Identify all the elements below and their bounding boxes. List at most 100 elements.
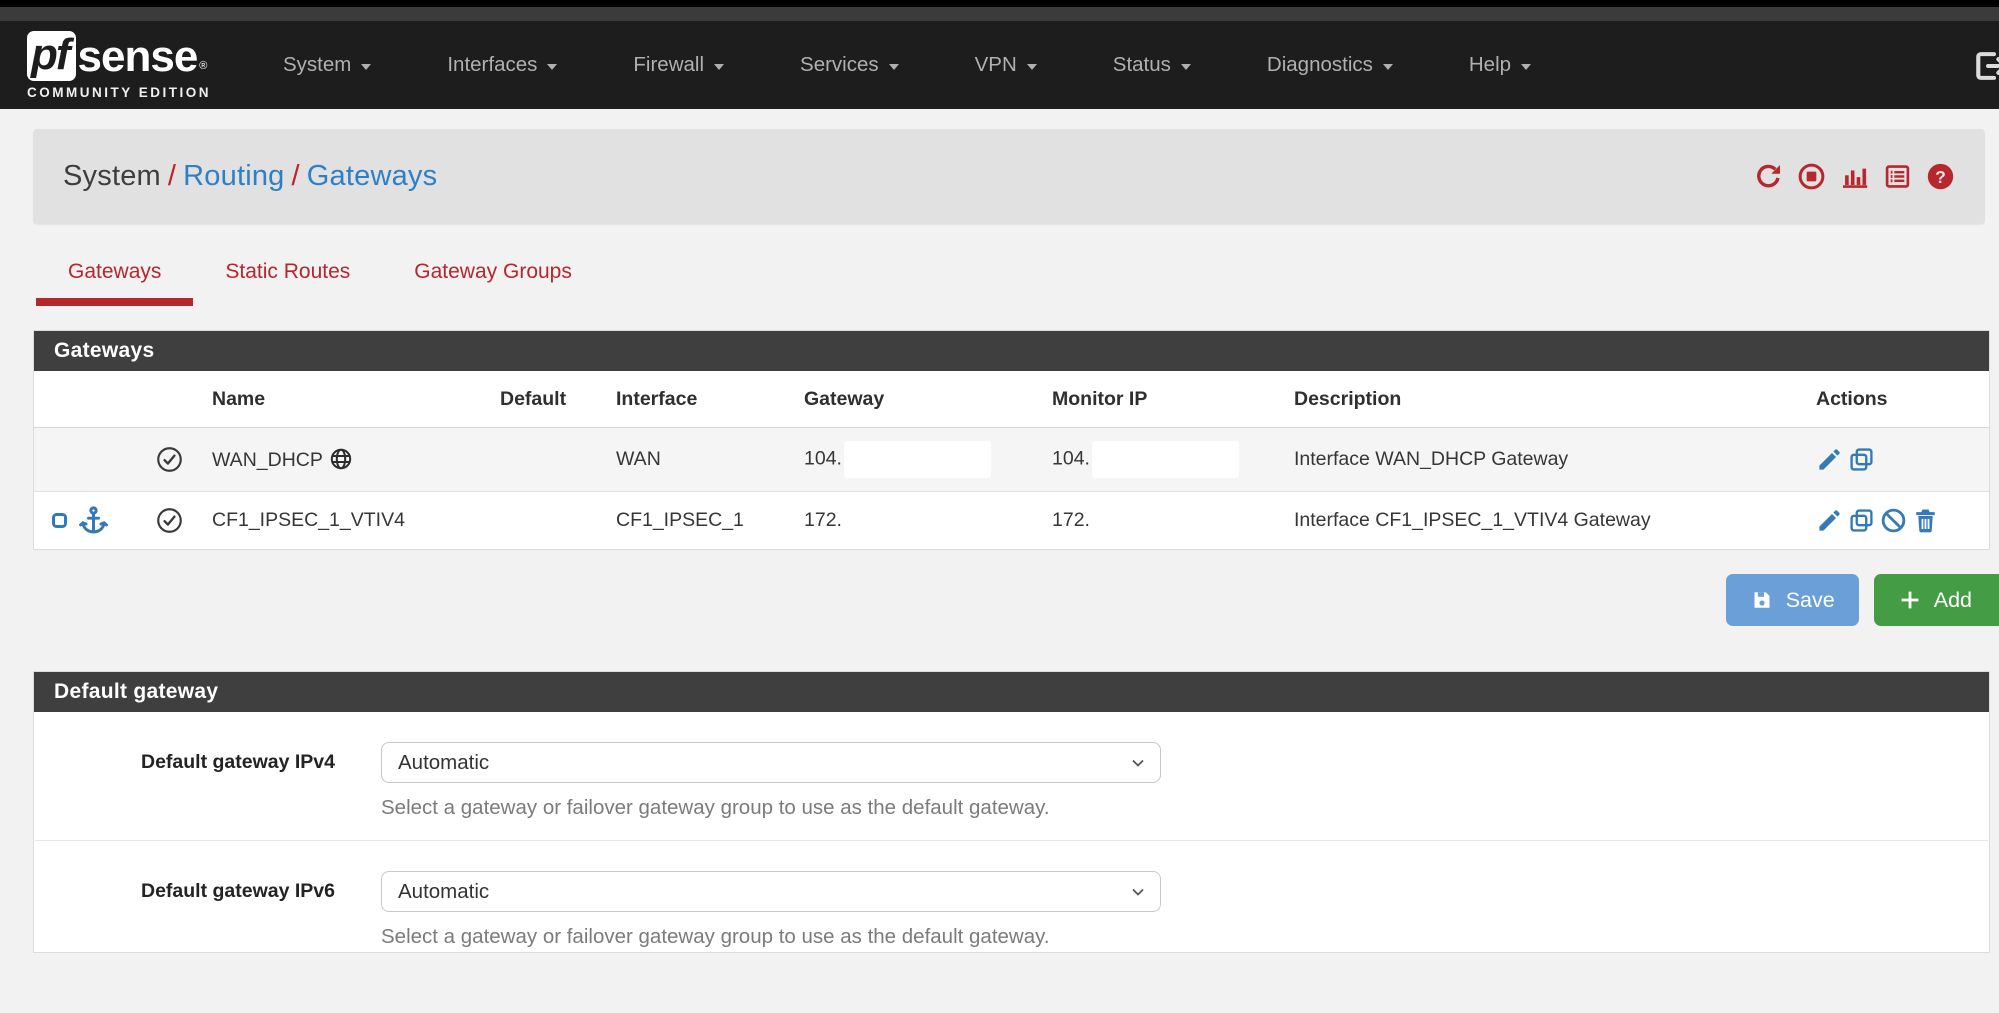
menu-help[interactable]: Help bbox=[1469, 53, 1531, 77]
top-navbar: pf sense ® COMMUNITY EDITION System Inte… bbox=[0, 21, 1999, 109]
menu-status[interactable]: Status bbox=[1113, 53, 1191, 77]
status-online-icon bbox=[156, 507, 183, 534]
community-edition-label: COMMUNITY EDITION bbox=[27, 85, 211, 100]
cell-default bbox=[490, 428, 606, 492]
menu-firewall[interactable]: Firewall bbox=[633, 53, 724, 77]
breadcrumb-link-gateways[interactable]: Gateways bbox=[307, 160, 438, 192]
default-gateway-ipv4-field: Automatic Select a gateway or failover g… bbox=[381, 742, 1161, 820]
tab-gateways[interactable]: Gateways bbox=[36, 260, 193, 306]
chevron-down-icon bbox=[1128, 753, 1148, 773]
cell-monitor-ip: 172. bbox=[1042, 492, 1284, 550]
anchor-icon bbox=[78, 505, 109, 536]
chevron-down-icon bbox=[1383, 64, 1393, 70]
chevron-down-icon bbox=[1027, 64, 1037, 70]
logo-sense: sense bbox=[78, 33, 198, 81]
status-online-icon bbox=[156, 446, 183, 473]
default-gateway-ipv6-field: Automatic Select a gateway or failover g… bbox=[381, 871, 1161, 949]
form-row-ipv4: Default gateway IPv4 Automatic Select a … bbox=[35, 712, 1988, 841]
gateways-panel: Gateways Name Default Interface Gateway … bbox=[33, 330, 1990, 550]
help-text: Select a gateway or failover gateway gro… bbox=[381, 925, 1161, 949]
col-default: Default bbox=[490, 371, 606, 428]
cell-markers bbox=[34, 492, 146, 550]
chevron-down-icon bbox=[714, 64, 724, 70]
sign-out-icon[interactable] bbox=[1971, 47, 1999, 90]
menu-system[interactable]: System bbox=[283, 53, 371, 77]
save-button-label: Save bbox=[1786, 588, 1835, 613]
plus-icon bbox=[1898, 588, 1922, 612]
menu-diagnostics-label: Diagnostics bbox=[1267, 53, 1373, 77]
svg-text:?: ? bbox=[1935, 167, 1946, 187]
menu-services-label: Services bbox=[800, 53, 879, 77]
add-button[interactable]: Add bbox=[1874, 574, 1999, 626]
edit-icon[interactable] bbox=[1816, 507, 1843, 534]
cell-interface: CF1_IPSEC_1 bbox=[606, 492, 794, 550]
breadcrumb: System/Routing/Gateways bbox=[63, 160, 437, 193]
logo-pf: pf bbox=[27, 31, 76, 81]
log-icon[interactable] bbox=[1883, 162, 1912, 191]
form-row-ipv6: Default gateway IPv6 Automatic Select a … bbox=[35, 841, 1988, 953]
monitor-ip: 104. bbox=[1052, 448, 1090, 470]
chevron-down-icon bbox=[1181, 64, 1191, 70]
window-secondary-strip bbox=[0, 7, 1999, 21]
menu-firewall-label: Firewall bbox=[633, 53, 704, 77]
window-top-strip bbox=[0, 0, 1999, 7]
menu-vpn-label: VPN bbox=[975, 53, 1017, 77]
main-menu: System Interfaces Firewall Services VPN … bbox=[283, 53, 1531, 77]
menu-interfaces[interactable]: Interfaces bbox=[447, 53, 557, 77]
cell-name: WAN_DHCP bbox=[202, 428, 490, 492]
cell-markers bbox=[34, 428, 146, 492]
cell-monitor-ip: 104. bbox=[1042, 428, 1284, 492]
breadcrumb-link-routing[interactable]: Routing bbox=[183, 160, 284, 192]
default-gateway-ipv6-label: Default gateway IPv6 bbox=[35, 871, 335, 949]
cell-gateway: 104. bbox=[794, 428, 1042, 492]
default-gateway-ipv6-select[interactable]: Automatic bbox=[381, 871, 1161, 912]
cell-status bbox=[146, 492, 202, 550]
redaction-box bbox=[1092, 441, 1239, 478]
refresh-icon[interactable] bbox=[1754, 162, 1783, 191]
col-monitor-ip: Monitor IP bbox=[1042, 371, 1284, 428]
disable-icon[interactable] bbox=[1880, 507, 1907, 534]
menu-help-label: Help bbox=[1469, 53, 1511, 77]
default-gateway-ipv4-label: Default gateway IPv4 bbox=[35, 742, 335, 820]
stop-icon[interactable] bbox=[1797, 162, 1826, 191]
edit-icon[interactable] bbox=[1816, 446, 1843, 473]
tab-static-routes[interactable]: Static Routes bbox=[193, 260, 382, 306]
gateway-name: WAN_DHCP bbox=[212, 449, 323, 471]
table-row: CF1_IPSEC_1_VTIV4 CF1_IPSEC_1 172. 172. … bbox=[34, 492, 1989, 550]
gateways-panel-title: Gateways bbox=[34, 331, 1989, 371]
table-header-row: Name Default Interface Gateway Monitor I… bbox=[34, 371, 1989, 428]
default-gateway-ipv4-select[interactable]: Automatic bbox=[381, 742, 1161, 783]
col-status bbox=[146, 371, 202, 428]
chart-icon[interactable] bbox=[1840, 162, 1869, 191]
cell-default bbox=[490, 492, 606, 550]
copy-icon[interactable] bbox=[1848, 446, 1875, 473]
globe-icon bbox=[329, 447, 353, 471]
menu-vpn[interactable]: VPN bbox=[975, 53, 1037, 77]
col-actions: Actions bbox=[1806, 371, 1989, 428]
selected-option: Automatic bbox=[398, 751, 489, 775]
col-name: Name bbox=[202, 371, 490, 428]
gateway-ip: 104. bbox=[804, 448, 842, 470]
copy-icon[interactable] bbox=[1848, 507, 1875, 534]
cell-interface: WAN bbox=[606, 428, 794, 492]
gateways-table: Name Default Interface Gateway Monitor I… bbox=[34, 371, 1989, 549]
col-gateway: Gateway bbox=[794, 371, 1042, 428]
help-icon[interactable]: ? bbox=[1926, 162, 1955, 191]
routing-tabs: Gateways Static Routes Gateway Groups bbox=[36, 260, 1999, 306]
pfsense-logo[interactable]: pf sense ® COMMUNITY EDITION bbox=[27, 31, 211, 100]
chevron-down-icon bbox=[1521, 64, 1531, 70]
help-text: Select a gateway or failover gateway gro… bbox=[381, 796, 1161, 820]
delete-icon[interactable] bbox=[1912, 507, 1939, 534]
add-button-label: Add bbox=[1934, 588, 1972, 613]
col-description: Description bbox=[1284, 371, 1806, 428]
menu-diagnostics[interactable]: Diagnostics bbox=[1267, 53, 1393, 77]
pfsense-logo-wordmark: pf sense ® bbox=[27, 31, 211, 81]
redaction-box bbox=[844, 441, 991, 478]
tab-gateway-groups[interactable]: Gateway Groups bbox=[382, 260, 604, 306]
default-gateway-square-icon bbox=[52, 513, 67, 528]
default-gateway-form: Default gateway IPv4 Automatic Select a … bbox=[34, 712, 1989, 953]
cell-name: CF1_IPSEC_1_VTIV4 bbox=[202, 492, 490, 550]
menu-services[interactable]: Services bbox=[800, 53, 899, 77]
save-button[interactable]: Save bbox=[1726, 574, 1859, 626]
cell-status bbox=[146, 428, 202, 492]
